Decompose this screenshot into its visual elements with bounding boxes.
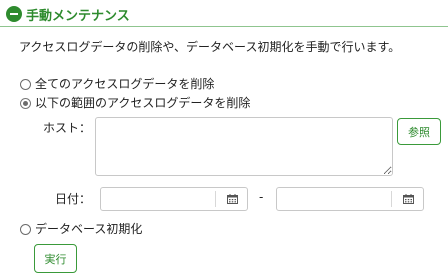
date-separator: - — [259, 190, 264, 204]
browse-button[interactable]: 参照 — [397, 118, 441, 145]
radio-delete-all-label[interactable]: 全てのアクセスログデータを削除 — [35, 75, 214, 92]
radio-delete-all[interactable] — [20, 79, 31, 90]
header-divider — [0, 26, 448, 27]
description-text: アクセスログデータの削除や、データベース初期化を手動で行います。 — [19, 40, 401, 54]
radio-init-db-label[interactable]: データベース初期化 — [35, 220, 142, 237]
date-from-input[interactable] — [100, 187, 248, 211]
calendar-icon[interactable] — [227, 194, 238, 204]
host-textarea[interactable] — [95, 117, 393, 176]
radio-init-db[interactable] — [20, 224, 31, 235]
minus-circle-icon — [6, 6, 22, 22]
radio-delete-range-label[interactable]: 以下の範囲のアクセスログデータを削除 — [35, 94, 250, 111]
date-label: 日付： — [55, 192, 92, 206]
calendar-icon[interactable] — [403, 194, 414, 204]
section-title: 手動メンテナンス — [26, 9, 130, 24]
radio-delete-range[interactable] — [20, 98, 31, 109]
execute-button[interactable]: 実行 — [34, 244, 77, 273]
date-to-input[interactable] — [276, 187, 424, 211]
host-label: ホスト： — [43, 121, 92, 135]
